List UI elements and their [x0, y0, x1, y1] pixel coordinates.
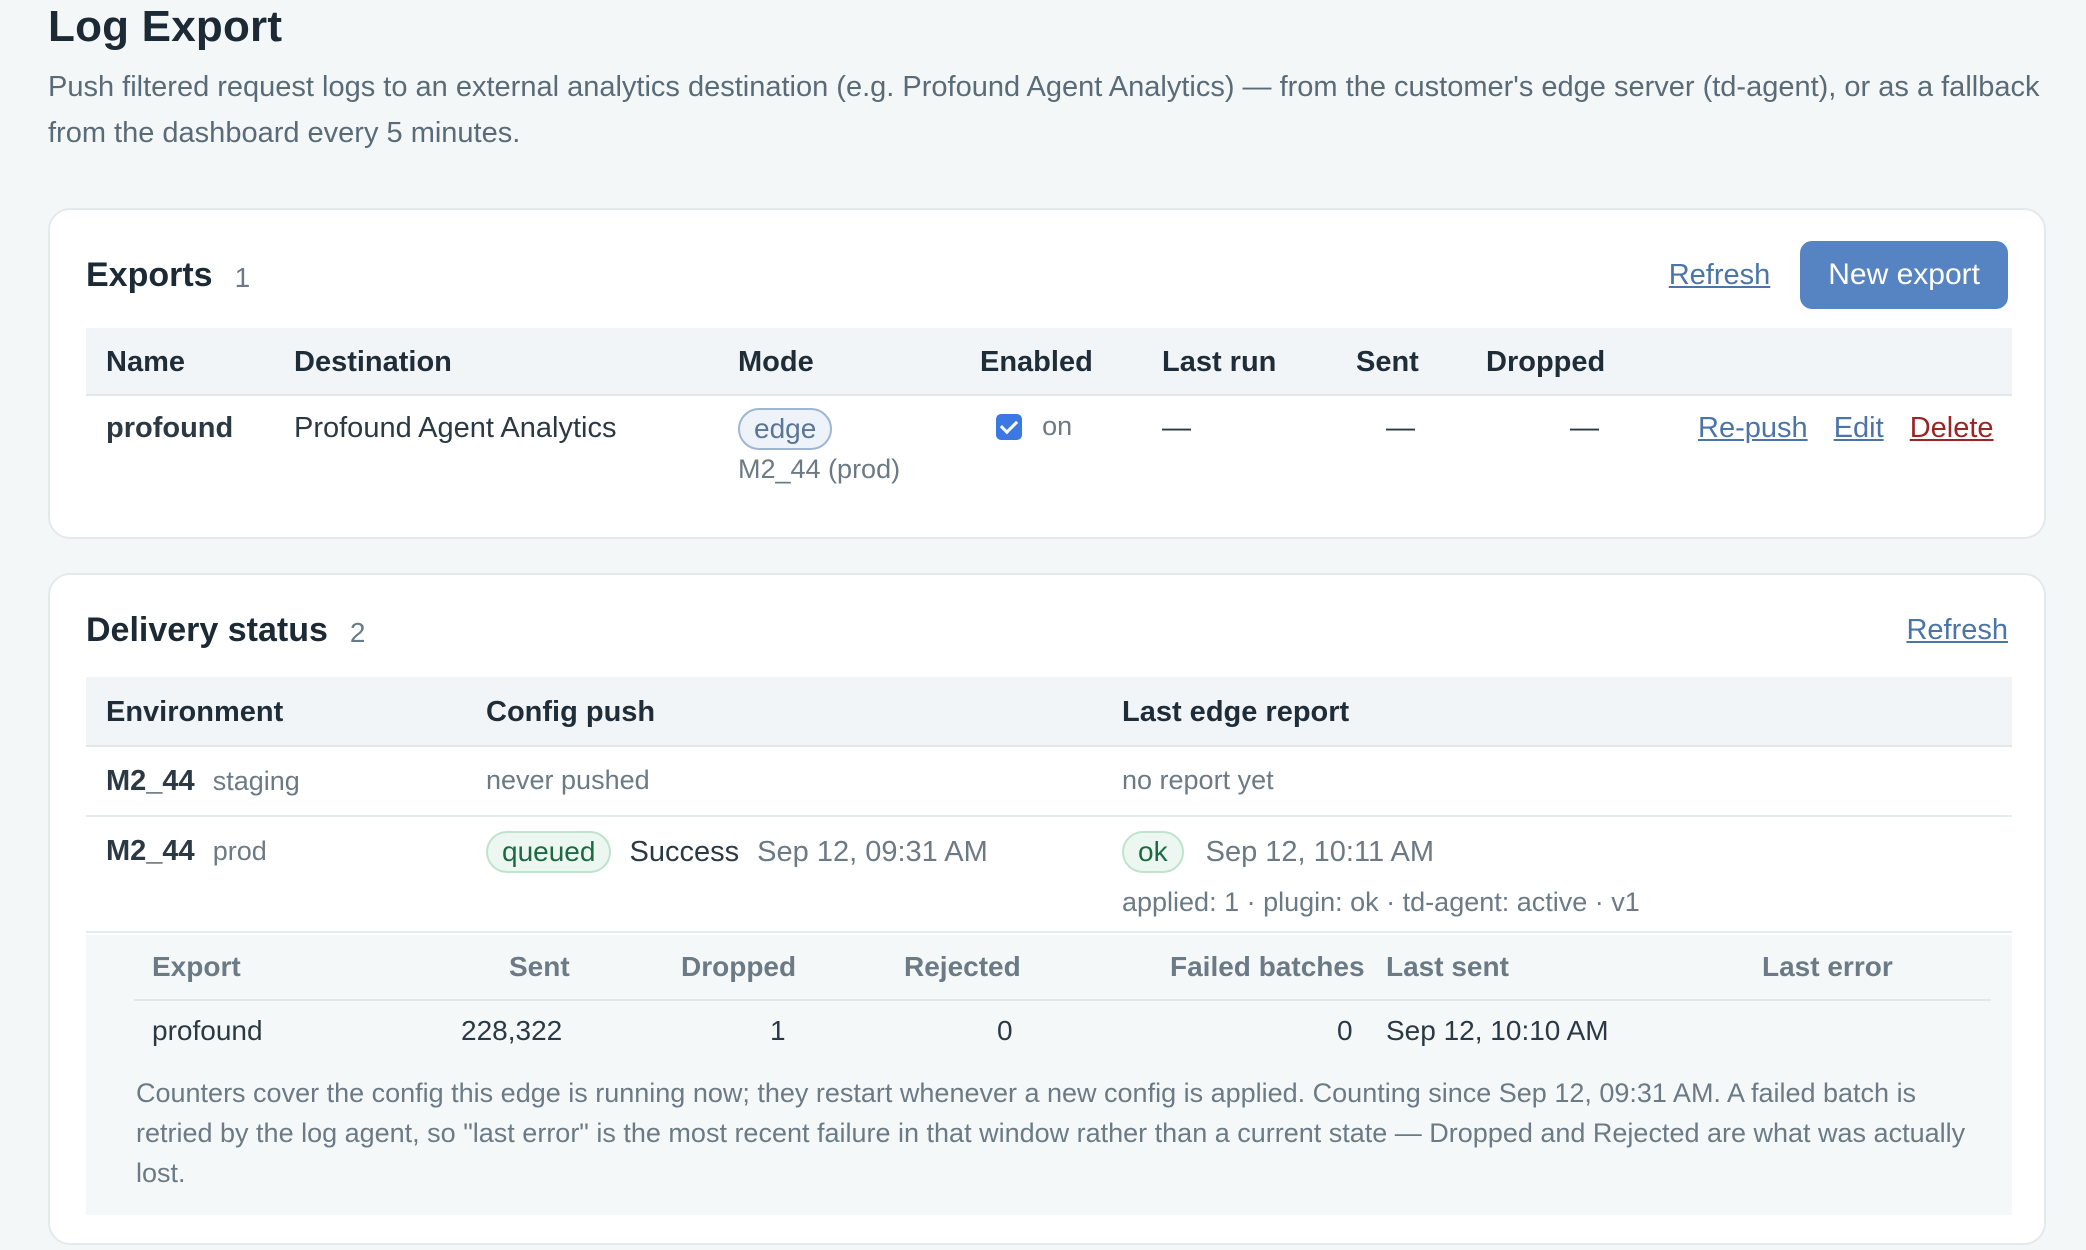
counter-rejected: 0: [997, 1015, 1013, 1046]
delivery-refresh-link[interactable]: Refresh: [1906, 614, 2008, 647]
table-row: profound 228,322 1 0 0 Sep 12, 10:10 AM: [134, 1003, 1991, 1063]
page: Log Export Push filtered request logs to…: [48, 0, 2046, 1245]
mode-pill: edge: [738, 408, 833, 450]
col-config-push: Config push: [486, 696, 656, 728]
delivery-actions: Refresh: [1906, 614, 2008, 647]
counter-last-sent: Sep 12, 10:10 AM: [1386, 1015, 1609, 1046]
sent-value: —: [1386, 412, 1415, 444]
push-time: Sep 12, 09:31 AM: [757, 836, 988, 868]
exports-header: Exports 1 Refresh New export: [86, 240, 2008, 310]
env-name: M2_44: [106, 835, 195, 867]
counter-export: profound: [152, 1015, 263, 1046]
repush-link[interactable]: Re-push: [1698, 412, 1808, 444]
env-tag: prod: [212, 836, 267, 866]
env-cell: M2_44 prod: [106, 835, 267, 868]
table-row: profound Profound Agent Analytics edge M…: [86, 396, 2012, 506]
delivery-header: Delivery status 2 Refresh: [86, 595, 2008, 665]
env-name: M2_44: [106, 765, 195, 797]
table-row: M2_44 prod queued Success Sep 12, 09:31 …: [86, 817, 2012, 933]
exports-count: 1: [234, 262, 251, 293]
table-row: M2_44 staging never pushed no report yet: [86, 747, 2012, 817]
last-run-value: —: [1162, 412, 1191, 444]
exports-table: Name Destination Mode Enabled Last run S…: [86, 328, 2012, 506]
delivery-table-header: Environment Config push Last edge report: [86, 677, 2012, 747]
col-last-sent: Last sent: [1386, 951, 1509, 982]
counters-note: Counters cover the config this edge is r…: [136, 1078, 1966, 1188]
export-name: profound: [106, 412, 234, 444]
enabled-label: on: [1042, 411, 1073, 441]
queued-badge: queued: [486, 831, 612, 873]
env-tag: staging: [212, 766, 300, 796]
edit-link[interactable]: Edit: [1834, 412, 1884, 444]
exports-table-header: Name Destination Mode Enabled Last run S…: [86, 328, 2012, 396]
col-sub-sent: Sent: [509, 951, 570, 982]
export-destination: Profound Agent Analytics: [294, 412, 617, 444]
page-title: Log Export: [48, 2, 283, 51]
col-last-error: Last error: [1762, 951, 1893, 982]
col-sub-dropped: Dropped: [681, 951, 797, 982]
export-counters-panel: Export Sent Dropped Rejected Failed batc…: [86, 935, 2012, 1215]
config-push-status: never pushed: [486, 765, 650, 795]
delivery-table: Environment Config push Last edge report…: [86, 677, 2012, 933]
delete-link[interactable]: Delete: [1910, 412, 1994, 444]
delivery-title: Delivery status: [86, 610, 328, 649]
page-description: Push filtered request logs to an externa…: [48, 71, 2040, 149]
counter-sent: 228,322: [461, 1015, 563, 1046]
counters-header: Export Sent Dropped Rejected Failed batc…: [134, 935, 1991, 1001]
dropped-value: —: [1570, 412, 1599, 444]
enabled-checkbox[interactable]: [996, 414, 1022, 441]
col-sent: Sent: [1356, 346, 1419, 378]
col-last-run: Last run: [1162, 346, 1277, 378]
edge-report-cell: ok Sep 12, 10:11 AM: [1122, 831, 1434, 873]
report-detail: applied: 1 · plugin: ok · td-agent: acti…: [1122, 887, 1640, 917]
exports-card: Exports 1 Refresh New export Name Destin…: [48, 208, 2046, 539]
env-cell: M2_44 staging: [106, 765, 300, 798]
col-rejected: Rejected: [904, 951, 1021, 982]
col-dropped: Dropped: [1486, 346, 1606, 378]
config-push-cell: queued Success Sep 12, 09:31 AM: [486, 831, 988, 873]
edge-report-status: no report yet: [1122, 765, 1274, 795]
exports-actions: Refresh New export: [1669, 241, 2008, 309]
col-failed-batches: Failed batches: [1170, 951, 1365, 982]
exports-refresh-link[interactable]: Refresh: [1669, 259, 1771, 292]
delivery-card: Delivery status 2 Refresh Environment Co…: [48, 573, 2046, 1245]
report-time: Sep 12, 10:11 AM: [1205, 836, 1435, 868]
enabled-toggle[interactable]: on: [996, 410, 1072, 443]
col-destination: Destination: [294, 346, 452, 378]
delivery-count: 2: [349, 617, 366, 648]
mode-badge: edge: [738, 408, 833, 450]
push-result: Success: [629, 836, 740, 868]
mode-env: M2_44 (prod): [738, 454, 901, 484]
ok-badge: ok: [1122, 831, 1184, 873]
col-enabled: Enabled: [980, 346, 1093, 378]
col-environment: Environment: [106, 696, 284, 728]
exports-title: Exports: [86, 255, 213, 294]
col-mode: Mode: [738, 346, 814, 378]
new-export-button[interactable]: New export: [1800, 241, 2008, 309]
counter-dropped: 1: [770, 1015, 786, 1046]
col-last-edge-report: Last edge report: [1122, 696, 1350, 728]
counter-failed: 0: [1337, 1015, 1353, 1046]
col-export: Export: [152, 951, 241, 982]
col-name: Name: [106, 346, 185, 378]
row-actions: Re-push Edit Delete: [1698, 412, 1994, 445]
